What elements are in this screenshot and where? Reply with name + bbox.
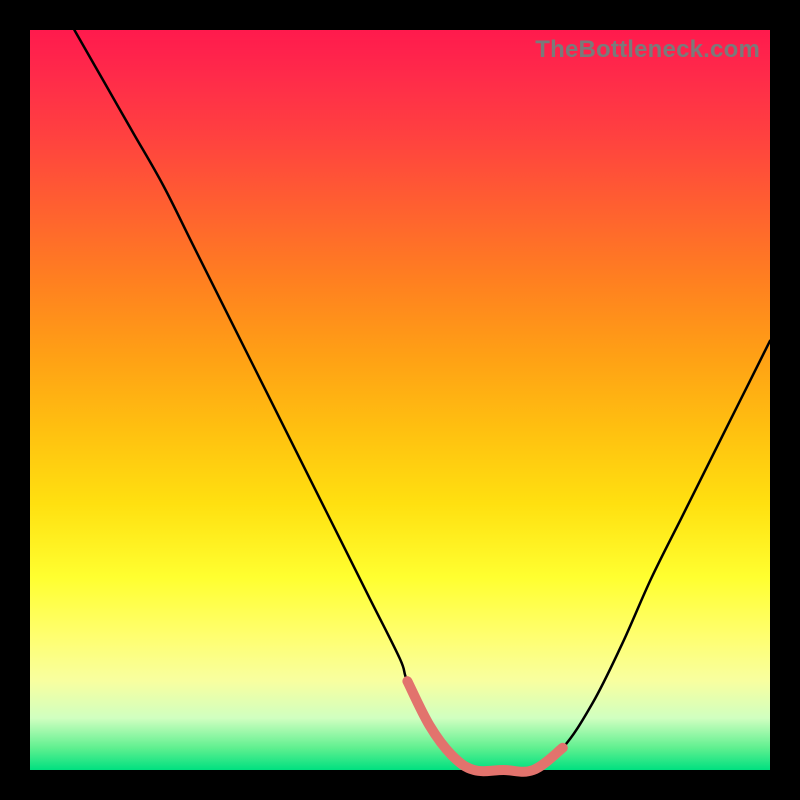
curve-svg bbox=[30, 30, 770, 770]
highlighted-valley-path bbox=[407, 681, 562, 772]
bottleneck-curve-path bbox=[74, 30, 770, 772]
plot-area: TheBottleneck.com bbox=[30, 30, 770, 770]
chart-frame: TheBottleneck.com bbox=[0, 0, 800, 800]
